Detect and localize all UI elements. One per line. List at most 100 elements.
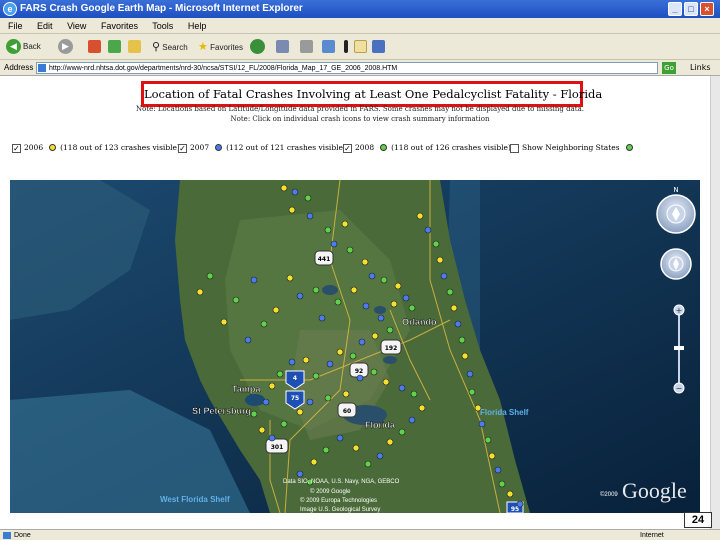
checkbox-neighboring-states[interactable]: Show Neighboring States	[510, 142, 637, 154]
history-button[interactable]	[250, 38, 267, 56]
zoom-handle[interactable]	[674, 346, 684, 350]
crash-pin[interactable]	[244, 336, 252, 344]
crash-pin[interactable]	[318, 314, 326, 322]
crash-pin[interactable]	[386, 326, 394, 334]
checkbox-box[interactable]	[510, 143, 519, 153]
crash-pin[interactable]	[394, 282, 402, 290]
crash-pin[interactable]	[336, 348, 344, 356]
crash-pin[interactable]	[398, 428, 406, 436]
crash-pin[interactable]	[484, 436, 492, 444]
crash-pin[interactable]	[361, 258, 369, 266]
crash-pin[interactable]	[276, 370, 284, 378]
crash-pin[interactable]	[466, 370, 474, 378]
crash-pin[interactable]	[296, 470, 304, 478]
checkbox-2008[interactable]: ✓ 2008 (118 out of 126 crashes visible)	[343, 142, 511, 154]
stop-button[interactable]	[88, 38, 103, 56]
crash-pin[interactable]	[196, 288, 204, 296]
crash-pin[interactable]	[326, 360, 334, 368]
messenger-button[interactable]	[354, 38, 369, 56]
close-button[interactable]: ×	[700, 2, 714, 16]
menu-file[interactable]: File	[8, 21, 23, 31]
crash-pin[interactable]	[296, 292, 304, 300]
crash-pin[interactable]	[498, 480, 506, 488]
crash-pin[interactable]	[432, 240, 440, 248]
crash-pin[interactable]	[232, 296, 240, 304]
crash-pin[interactable]	[358, 338, 366, 346]
forward-button[interactable]: ▶	[58, 38, 75, 56]
crash-pin[interactable]	[258, 426, 266, 434]
crash-pin[interactable]	[342, 390, 350, 398]
crash-pin[interactable]	[336, 434, 344, 442]
crash-pin[interactable]	[260, 320, 268, 328]
menu-tools[interactable]: Tools	[152, 21, 173, 31]
crash-pin[interactable]	[330, 240, 338, 248]
back-button[interactable]: ◀ Back	[6, 38, 41, 56]
crash-pin[interactable]	[341, 220, 349, 228]
menu-view[interactable]: View	[67, 21, 86, 31]
crash-pin[interactable]	[488, 452, 496, 460]
map-canvas[interactable]: 441 192 92 4 75 60 301 95 Orlando Tampa …	[10, 180, 700, 513]
crash-pin[interactable]	[322, 446, 330, 454]
research-button[interactable]	[372, 38, 387, 56]
crash-pin[interactable]	[410, 390, 418, 398]
vertical-scrollbar[interactable]	[710, 76, 720, 529]
crash-pin[interactable]	[408, 304, 416, 312]
crash-pin[interactable]	[418, 404, 426, 412]
links-button[interactable]: Links	[690, 60, 711, 76]
crash-pin[interactable]	[440, 272, 448, 280]
checkbox-2006[interactable]: ✓ 2006 (118 out of 123 crashes visible)	[12, 142, 180, 154]
crash-pin[interactable]	[268, 382, 276, 390]
crash-pin[interactable]	[220, 318, 228, 326]
crash-pin[interactable]	[272, 306, 280, 314]
crash-pin[interactable]	[250, 276, 258, 284]
edit-button[interactable]	[322, 38, 337, 56]
crash-pin[interactable]	[371, 332, 379, 340]
crash-pin[interactable]	[370, 368, 378, 376]
crash-pin[interactable]	[302, 356, 310, 364]
address-input[interactable]: http://www-nrd.nhtsa.dot.gov/departments…	[36, 62, 658, 74]
go-button[interactable]: Go	[662, 62, 676, 74]
crash-pin[interactable]	[450, 304, 458, 312]
crash-pin[interactable]	[458, 336, 466, 344]
crash-pin[interactable]	[268, 434, 276, 442]
crash-pin[interactable]	[368, 272, 376, 280]
move-control[interactable]	[660, 248, 692, 280]
crash-pin[interactable]	[478, 420, 486, 428]
crash-pin[interactable]	[468, 388, 476, 396]
menu-edit[interactable]: Edit	[37, 21, 53, 31]
mail-button[interactable]	[276, 38, 291, 56]
crash-pin[interactable]	[408, 416, 416, 424]
crash-pin[interactable]	[310, 458, 318, 466]
discuss-button[interactable]	[344, 38, 350, 56]
crash-pin[interactable]	[296, 408, 304, 416]
crash-pin[interactable]	[286, 274, 294, 282]
home-button[interactable]	[128, 38, 143, 56]
crash-pin[interactable]	[376, 452, 384, 460]
crash-pin[interactable]	[390, 300, 398, 308]
crash-pin[interactable]	[352, 444, 360, 452]
maximize-button[interactable]: □	[684, 2, 698, 16]
crash-pin[interactable]	[380, 276, 388, 284]
crash-pin[interactable]	[446, 288, 454, 296]
crash-pin[interactable]	[304, 194, 312, 202]
crash-pin[interactable]	[454, 320, 462, 328]
search-button[interactable]: ⚲ Search	[152, 38, 188, 56]
crash-pin[interactable]	[494, 466, 502, 474]
crash-pin[interactable]	[291, 188, 299, 196]
checkbox-2007[interactable]: ✓ 2007 (112 out of 121 crashes visible)	[178, 142, 346, 154]
crash-pin[interactable]	[364, 460, 372, 468]
refresh-button[interactable]	[108, 38, 123, 56]
crash-pin[interactable]	[280, 420, 288, 428]
google-earth-map[interactable]: 441 192 92 4 75 60 301 95 Orlando Tampa …	[10, 180, 700, 513]
crash-pin[interactable]	[461, 352, 469, 360]
crash-pin[interactable]	[206, 272, 214, 280]
crash-pin[interactable]	[346, 246, 354, 254]
favorites-button[interactable]: ★ Favorites	[198, 38, 243, 56]
crash-pin[interactable]	[312, 372, 320, 380]
crash-pin[interactable]	[362, 302, 370, 310]
crash-pin[interactable]	[306, 212, 314, 220]
crash-pin[interactable]	[288, 206, 296, 214]
crash-pin[interactable]	[288, 358, 296, 366]
crash-pin[interactable]	[250, 410, 258, 418]
crash-pin[interactable]	[424, 226, 432, 234]
